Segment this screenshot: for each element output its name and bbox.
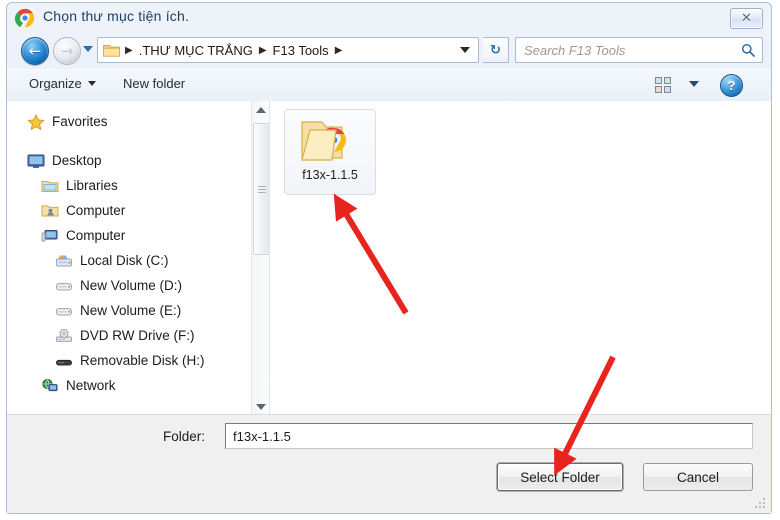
folder-open-icon: [300, 116, 360, 164]
sidebar-item-label: Libraries: [66, 178, 118, 193]
sidebar-item-libraries[interactable]: Libraries: [7, 173, 269, 198]
drive-icon: [55, 278, 73, 294]
chevron-up-icon: [255, 106, 266, 113]
folder-name-input[interactable]: f13x-1.1.5: [225, 423, 753, 449]
organize-label: Organize: [29, 76, 82, 91]
title-bar: Chọn thư mục tiện ích. ✕: [7, 3, 771, 33]
file-item-label: f13x-1.1.5: [302, 168, 358, 182]
sidebar-item-label: Favorites: [52, 114, 108, 129]
forward-arrow-icon: →: [60, 41, 74, 60]
folder-picker-dialog: Chọn thư mục tiện ích. ✕ ← → ▶ .THƯ MỤC …: [0, 0, 780, 520]
dialog-window: Chọn thư mục tiện ích. ✕ ← → ▶ .THƯ MỤC …: [6, 2, 772, 514]
navigation-bar: ← → ▶ .THƯ MỤC TRẮNG ▶ F13 Tools ▶ ↻ Sea…: [7, 33, 771, 69]
folder-field-label: Folder:: [163, 429, 206, 444]
search-input[interactable]: Search F13 Tools: [524, 43, 625, 58]
view-options-icon[interactable]: [651, 74, 675, 96]
dialog-footer: Folder: f13x-1.1.5 Select Folder Cancel: [7, 414, 771, 513]
sidebar-item-dvd-rw-drive-f[interactable]: DVD RW Drive (F:): [7, 323, 269, 348]
recent-locations-chevron-down-icon[interactable]: [83, 46, 93, 52]
sidebar-item-new-volume-d[interactable]: New Volume (D:): [7, 273, 269, 298]
window-title: Chọn thư mục tiện ích.: [43, 8, 190, 24]
sidebar-item-label: Local Disk (C:): [80, 253, 169, 268]
sidebar-item-desktop[interactable]: Desktop: [7, 148, 269, 173]
chevron-down-icon: [87, 81, 96, 86]
close-icon: ✕: [741, 11, 752, 26]
sidebar-item-label: Network: [66, 378, 116, 393]
chrome-icon: [14, 8, 35, 28]
search-icon: [741, 43, 755, 57]
system-drive-icon: [55, 253, 73, 269]
view-chevron-down-icon[interactable]: [689, 81, 699, 87]
sidebar-item-label: DVD RW Drive (F:): [80, 328, 195, 343]
grip-icon: [257, 184, 266, 195]
address-bar[interactable]: ▶ .THƯ MỤC TRẮNG ▶ F13 Tools ▶: [97, 37, 479, 63]
libraries-icon: [41, 178, 59, 194]
sidebar-item-label: New Volume (E:): [80, 303, 182, 318]
breadcrumb-separator[interactable]: ▶: [256, 45, 270, 56]
sidebar-item-computer-user[interactable]: Computer: [7, 198, 269, 223]
content-area: Favorites Desktop Libraries Computer Com…: [7, 101, 771, 415]
star-icon: [27, 113, 45, 130]
sidebar-item-new-volume-e[interactable]: New Volume (E:): [7, 298, 269, 323]
sidebar-item-label: Computer: [66, 203, 126, 218]
user-folder-icon: [41, 203, 59, 219]
navigation-pane: Favorites Desktop Libraries Computer Com…: [7, 101, 269, 415]
scrollbar-thumb[interactable]: [253, 123, 269, 255]
folder-tree: Favorites Desktop Libraries Computer Com…: [7, 101, 269, 398]
sidebar-item-computer[interactable]: Computer: [7, 223, 269, 248]
scroll-down-button[interactable]: [252, 398, 269, 415]
navigation-pane-scrollbar[interactable]: [251, 101, 269, 415]
refresh-button[interactable]: ↻: [483, 37, 509, 63]
sidebar-item-favorites[interactable]: Favorites: [7, 109, 269, 134]
sidebar-item-local-disk-c[interactable]: Local Disk (C:): [7, 248, 269, 273]
sidebar-item-label: New Volume (D:): [80, 278, 183, 293]
help-button[interactable]: ?: [720, 74, 743, 97]
resize-grip[interactable]: [755, 498, 767, 510]
search-box[interactable]: Search F13 Tools: [515, 37, 763, 63]
breadcrumb-item-0[interactable]: .THƯ MỤC TRẮNG: [136, 43, 256, 58]
address-dropdown-chevron-down-icon[interactable]: [460, 47, 470, 53]
sidebar-item-network[interactable]: Network: [7, 373, 269, 398]
sidebar-item-removable-disk-h[interactable]: Removable Disk (H:): [7, 348, 269, 373]
cancel-button[interactable]: Cancel: [643, 463, 753, 491]
breadcrumb-item-1[interactable]: F13 Tools: [270, 43, 332, 58]
sidebar-item-label: Computer: [66, 228, 126, 243]
help-icon: ?: [727, 78, 736, 93]
desktop-icon: [27, 153, 45, 169]
new-folder-label: New folder: [123, 76, 186, 91]
drive-icon: [55, 303, 73, 319]
scroll-up-button[interactable]: [252, 101, 269, 118]
organize-button[interactable]: Organize: [29, 76, 96, 91]
breadcrumb-separator[interactable]: ▶: [122, 45, 136, 56]
refresh-icon: ↻: [490, 42, 501, 58]
new-folder-button[interactable]: New folder: [123, 76, 185, 91]
back-button[interactable]: ←: [21, 37, 49, 65]
file-item-f13x[interactable]: f13x-1.1.5: [284, 109, 376, 195]
computer-icon: [41, 228, 59, 244]
sidebar-item-label: Removable Disk (H:): [80, 353, 205, 368]
folder-icon: [103, 43, 120, 57]
removable-drive-icon: [55, 353, 73, 369]
forward-button[interactable]: →: [53, 37, 81, 65]
breadcrumb-separator[interactable]: ▶: [332, 45, 346, 56]
network-icon: [41, 378, 59, 394]
back-arrow-icon: ←: [28, 41, 42, 60]
sidebar-item-label: Desktop: [52, 153, 102, 168]
file-list-pane[interactable]: f13x-1.1.5: [270, 101, 771, 415]
dvd-drive-icon: [55, 328, 73, 344]
close-button[interactable]: ✕: [730, 8, 763, 29]
select-folder-button[interactable]: Select Folder: [497, 463, 623, 491]
chevron-down-icon: [255, 403, 266, 410]
toolbar: Organize New folder ?: [7, 69, 771, 102]
